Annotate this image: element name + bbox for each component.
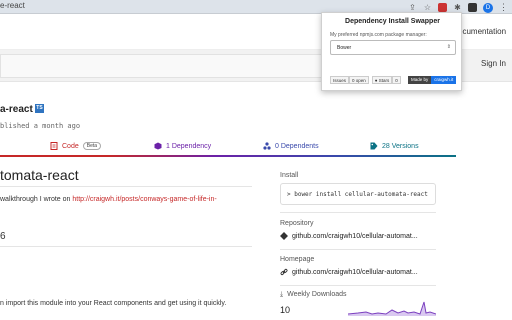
readme-paragraph-usage: n import this module into your React com… <box>0 300 227 307</box>
repository-value: github.com/craigwh10/cellular-automat... <box>292 232 418 240</box>
link-icon <box>280 268 288 276</box>
share-icon[interactable]: ⇪ <box>408 3 417 12</box>
package-manager-selected: Bower <box>337 45 352 51</box>
issues-badge-count[interactable]: 0 open <box>349 76 369 84</box>
select-caret-icon: ⇕ <box>446 44 451 50</box>
profile-avatar[interactable]: D <box>483 2 493 13</box>
divider <box>0 246 252 247</box>
package-meta: blished a month ago <box>0 122 81 130</box>
tab-versions[interactable]: 28 Versions <box>370 142 419 150</box>
made-by-value: craigwh.it <box>431 76 457 84</box>
package-manager-select[interactable]: Bower ⇕ <box>330 40 456 55</box>
code-file-icon <box>50 142 58 150</box>
tab-dependencies-label: 1 Dependency <box>166 142 212 150</box>
install-command-box[interactable]: > bower install cellular-automata-react <box>280 183 436 205</box>
readme-title: tomata-react <box>0 167 79 183</box>
tab-dependents[interactable]: 0 Dependents <box>263 142 319 150</box>
issues-badge-label[interactable]: Issues <box>330 76 350 84</box>
network-icon <box>263 142 271 150</box>
typescript-badge: TS <box>35 104 44 113</box>
tab-underline-versions <box>336 155 456 157</box>
popup-title: Dependency Install Swapper <box>345 18 440 25</box>
bookmark-star-icon[interactable]: ☆ <box>423 3 432 12</box>
address-bar-url[interactable]: e-react <box>0 1 25 10</box>
tab-underline-code <box>0 155 108 157</box>
install-command[interactable]: > bower install cellular-automata-react <box>287 191 428 198</box>
made-by-badge[interactable]: Made by craigwh.it <box>408 76 457 84</box>
sign-in-link[interactable]: Sign In <box>481 59 506 68</box>
readme-heading: 6 <box>0 231 6 242</box>
downloads-sparkline <box>348 301 436 316</box>
weekly-downloads-count: 10 <box>280 305 291 315</box>
tab-code[interactable]: Code Beta <box>50 142 102 150</box>
divider <box>280 249 436 250</box>
divider <box>280 212 436 213</box>
box-icon <box>154 142 162 150</box>
divider <box>0 186 252 187</box>
tab-dependencies[interactable]: 1 Dependency <box>154 142 211 150</box>
repository-label: Repository <box>280 220 314 227</box>
tab-underline-dependents <box>216 155 336 157</box>
extensions-puzzle-icon[interactable]: ✱ <box>453 3 462 12</box>
repository-link[interactable]: github.com/craigwh10/cellular-automat... <box>280 232 418 240</box>
readme-blog-link[interactable]: http://craigwh.it/posts/conways-game-of-… <box>72 196 216 203</box>
homepage-value: github.com/craigwh10/cellular-automat... <box>292 268 418 276</box>
extension-popup: Dependency Install Swapper My preferred … <box>321 12 462 91</box>
weekly-downloads-label: Weekly Downloads <box>287 291 347 298</box>
readme-text-prefix: walkthrough I wrote on <box>0 196 73 203</box>
install-label: Install <box>280 172 299 179</box>
homepage-link[interactable]: github.com/craigwh10/cellular-automat... <box>280 268 418 276</box>
github-badges: Issues 0 open ● Stars 0 <box>330 76 401 84</box>
stars-badge-count[interactable]: 0 <box>392 76 401 84</box>
beta-badge: Beta <box>82 142 102 150</box>
browser-menu-icon[interactable]: ⋮ <box>499 2 508 13</box>
made-by-label: Made by <box>408 76 432 84</box>
stars-badge-label[interactable]: ● Stars <box>371 76 393 84</box>
weekly-downloads-header: ⤓ Weekly Downloads <box>280 291 347 299</box>
tab-dependents-label: 0 Dependents <box>275 142 319 150</box>
github-icon: ● <box>374 78 378 83</box>
extension-swapper-icon[interactable] <box>438 3 447 12</box>
homepage-label: Homepage <box>280 256 315 263</box>
readme-paragraph: walkthrough I wrote on http://craigwh.it… <box>0 196 217 203</box>
tab-underline-dependencies <box>108 155 216 157</box>
diamond-git-icon <box>280 232 288 240</box>
package-tabs: Code Beta 1 Dependency 0 Dependents 28 V… <box>0 138 456 157</box>
tab-code-label: Code <box>62 142 79 150</box>
package-name: a-react <box>0 104 33 115</box>
tags-icon <box>370 142 378 150</box>
side-panel-icon[interactable] <box>468 3 477 12</box>
divider <box>280 285 436 286</box>
tab-versions-label: 28 Versions <box>382 142 419 150</box>
nav-documentation-link[interactable]: ocumentation <box>458 27 506 36</box>
popup-subtitle: My preferred npmjs.com package manager: <box>330 32 427 38</box>
download-arrow-icon: ⤓ <box>280 291 284 298</box>
